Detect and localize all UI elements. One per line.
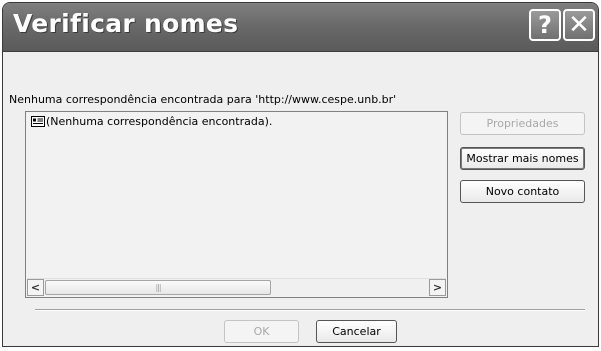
chevron-right-icon: > <box>432 281 443 294</box>
close-icon: ✕ <box>568 10 590 40</box>
close-button[interactable]: ✕ <box>563 9 595 41</box>
cancel-button[interactable]: Cancelar <box>316 320 397 343</box>
scroll-left-button[interactable]: < <box>27 279 44 296</box>
check-names-dialog: Verificar nomes ? ✕ Nenhuma correspondên… <box>2 2 599 347</box>
chevron-left-icon: < <box>30 281 41 294</box>
dialog-title: Verificar nomes <box>13 9 239 38</box>
ok-button[interactable]: OK <box>224 320 299 343</box>
new-contact-button[interactable]: Novo contato <box>460 180 585 203</box>
no-match-message: Nenhuma correspondência encontrada para … <box>9 93 397 106</box>
scroll-thumb[interactable]: ||| <box>45 280 271 295</box>
help-icon: ? <box>538 11 552 39</box>
list-item-label: (Nenhuma correspondência encontrada). <box>46 115 273 128</box>
names-list[interactable]: (Nenhuma correspondência encontrada). < … <box>25 111 448 298</box>
help-button[interactable]: ? <box>529 9 561 41</box>
properties-button[interactable]: Propriedades <box>460 112 585 135</box>
grip-icon: ||| <box>155 283 161 292</box>
list-item[interactable]: (Nenhuma correspondência encontrada). <box>31 115 272 128</box>
title-bar[interactable]: Verificar nomes ? ✕ <box>3 3 598 52</box>
address-card-icon <box>31 116 45 127</box>
horizontal-scrollbar[interactable]: < ||| > <box>27 278 446 296</box>
scroll-right-button[interactable]: > <box>429 279 446 296</box>
divider <box>35 309 585 311</box>
show-more-names-button[interactable]: Mostrar mais nomes <box>460 147 585 170</box>
